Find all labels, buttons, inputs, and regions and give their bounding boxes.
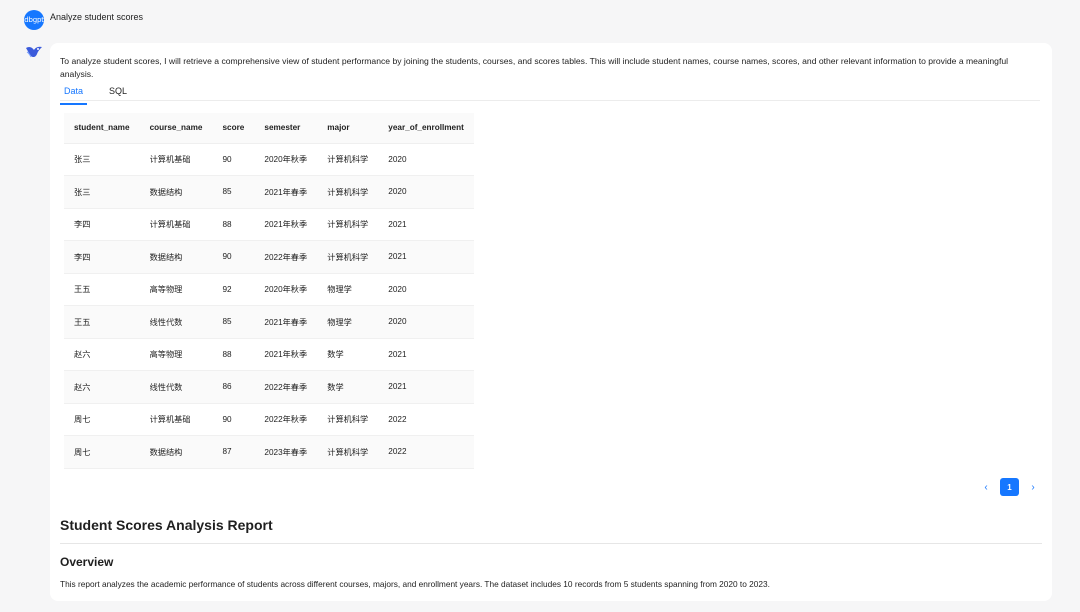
table-cell: 物理学: [327, 285, 352, 295]
table-cell: 张三: [74, 187, 91, 197]
table-cell: 计算机科学: [327, 252, 369, 262]
result-table: student_name course_name score semester …: [64, 113, 474, 469]
table-cell: 数学: [327, 382, 344, 392]
table-cell: 周七: [74, 415, 91, 425]
table-cell: 2023年春季: [264, 447, 308, 457]
table-cell: 87: [222, 447, 232, 457]
result-tabs: Data SQL: [60, 85, 1040, 105]
table-cell: 2020: [388, 284, 407, 294]
table-cell: 90: [222, 154, 232, 164]
table-cell: 数据结构: [149, 252, 183, 262]
table-row: 赵六 线性代数 86 2022年春季 数学 2021: [64, 370, 474, 403]
table-cell: 计算机科学: [327, 447, 369, 457]
table-cell: 计算机基础: [149, 415, 191, 425]
table-cell: 88: [222, 219, 232, 229]
chevron-left-icon[interactable]: ‹: [978, 478, 994, 496]
table-row: 赵六 高等物理 88 2021年秋季 数学 2021: [64, 338, 474, 371]
column-header[interactable]: major: [317, 113, 379, 144]
column-header[interactable]: semester: [254, 113, 318, 144]
table-header-row: student_name course_name score semester …: [64, 113, 474, 144]
tab-sql[interactable]: SQL: [105, 85, 131, 100]
column-header[interactable]: course_name: [139, 113, 213, 144]
table-cell: 高等物理: [149, 350, 183, 360]
table-cell: 李四: [74, 252, 91, 262]
table-cell: 85: [222, 317, 232, 327]
result-table-container: student_name course_name score semester …: [64, 113, 474, 469]
table-cell: 2021: [388, 349, 407, 359]
table-body: 张三 计算机基础 90 2020年秋季 计算机科学 2020 张三 数据结构 85 2021年春季…: [64, 143, 474, 468]
table-cell: 计算机科学: [327, 187, 369, 197]
page-number-current[interactable]: 1: [1000, 478, 1019, 496]
chat-page: dbgpt Analyze student scores To analyze …: [0, 0, 1080, 612]
table-cell: 2020: [388, 187, 407, 197]
column-header[interactable]: year_of_enrollment: [378, 113, 474, 144]
table-cell: 90: [222, 414, 232, 424]
table-cell: 李四: [74, 220, 91, 230]
response-intro: To analyze student scores, I will retrie…: [60, 56, 1009, 79]
table-cell: 92: [222, 284, 232, 294]
table-cell: 线性代数: [149, 317, 183, 327]
chevron-right-icon[interactable]: ›: [1025, 478, 1041, 496]
user-message-text: Analyze student scores: [50, 12, 144, 22]
table-cell: 2022年春季: [264, 382, 308, 392]
table-cell: 86: [222, 382, 232, 392]
table-cell: 2022: [388, 447, 407, 457]
table-cell: 计算机科学: [327, 220, 369, 230]
table-row: 李四 数据结构 90 2022年春季 计算机科学 2021: [64, 240, 474, 273]
table-cell: 周七: [74, 447, 91, 457]
table-cell: 张三: [74, 155, 91, 165]
table-cell: 2020年秋季: [264, 155, 308, 165]
table-cell: 赵六: [74, 350, 91, 360]
user-message-row: dbgpt Analyze student scores: [24, 10, 143, 30]
table-cell: 物理学: [327, 317, 352, 327]
table-cell: 2020年秋季: [264, 285, 308, 295]
response-card: To analyze student scores, I will retrie…: [50, 43, 1052, 601]
table-cell: 2022年秋季: [264, 415, 308, 425]
table-row: 王五 线性代数 85 2021年春季 物理学 2020: [64, 305, 474, 338]
table-cell: 线性代数: [149, 382, 183, 392]
table-cell: 2021年秋季: [264, 350, 308, 360]
table-cell: 计算机科学: [327, 415, 369, 425]
table-cell: 计算机基础: [149, 155, 191, 165]
table-cell: 计算机科学: [327, 155, 369, 165]
table-cell: 王五: [74, 285, 91, 295]
table-cell: 2022: [388, 414, 407, 424]
table-cell: 高等物理: [149, 285, 183, 295]
pagination: ‹ 1 ›: [978, 478, 1041, 496]
table-row: 周七 数据结构 87 2023年春季 计算机科学 2022: [64, 435, 474, 468]
table-cell: 2022年春季: [264, 252, 308, 262]
table-row: 张三 数据结构 85 2021年春季 计算机科学 2020: [64, 175, 474, 208]
table-cell: 数学: [327, 350, 344, 360]
table-row: 李四 计算机基础 88 2021年秋季 计算机科学 2021: [64, 208, 474, 241]
user-avatar: dbgpt: [24, 10, 44, 30]
table-cell: 90: [222, 252, 232, 262]
table-cell: 2021: [388, 382, 407, 392]
table-cell: 85: [222, 187, 232, 197]
bot-logo-icon: [26, 46, 42, 58]
table-row: 王五 高等物理 92 2020年秋季 物理学 2020: [64, 273, 474, 306]
table-cell: 2021年春季: [264, 187, 308, 197]
table-cell: 数据结构: [149, 447, 183, 457]
table-cell: 数据结构: [149, 187, 183, 197]
table-cell: 2021年秋季: [264, 220, 308, 230]
column-header[interactable]: student_name: [64, 113, 140, 144]
table-cell: 王五: [74, 317, 91, 327]
report-title: Student Scores Analysis Report: [60, 517, 273, 533]
table-cell: 2021: [388, 252, 407, 262]
table-row: 张三 计算机基础 90 2020年秋季 计算机科学 2020: [64, 143, 474, 176]
table-cell: 计算机基础: [149, 220, 191, 230]
overview-heading: Overview: [60, 555, 114, 569]
table-cell: 2021: [388, 219, 407, 229]
overview-paragraph: This report analyzes the academic perfor…: [60, 579, 770, 589]
table-cell: 2021年春季: [264, 317, 308, 327]
table-cell: 赵六: [74, 382, 91, 392]
table-cell: 2020: [388, 154, 407, 164]
table-cell: 88: [222, 349, 232, 359]
report-divider: [60, 543, 1042, 544]
table-cell: 2020: [388, 317, 407, 327]
table-row: 周七 计算机基础 90 2022年秋季 计算机科学 2022: [64, 403, 474, 436]
column-header[interactable]: score: [212, 113, 255, 144]
tab-data[interactable]: Data: [60, 85, 88, 105]
